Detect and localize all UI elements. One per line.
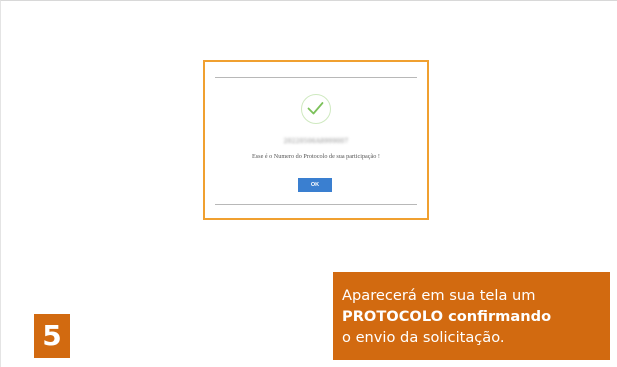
- instruction-callout: Aparecerá em sua tela um PROTOCOLO confi…: [333, 272, 610, 360]
- protocol-dialog: 20220506A8999007 Esse é o Numero do Prot…: [203, 60, 429, 220]
- callout-confirm-word: confirmando: [443, 308, 552, 325]
- callout-protocol-word: PROTOCOLO: [342, 308, 444, 325]
- success-check-icon: [301, 94, 331, 124]
- protocol-number: 20220506A8999007: [283, 138, 349, 145]
- callout-line-2: PROTOCOLO confirmando: [342, 306, 610, 327]
- dialog-top-divider: [215, 77, 417, 78]
- callout-line-3: o envio da solicitação.: [342, 329, 505, 346]
- dialog-message: Esse é o Numero do Protocolo de sua part…: [251, 153, 380, 160]
- callout-line-1: Aparecerá em sua tela um: [342, 287, 536, 304]
- ok-button[interactable]: OK: [298, 178, 332, 192]
- dialog-bottom-divider: [215, 204, 417, 205]
- step-number-badge: 5: [34, 314, 70, 358]
